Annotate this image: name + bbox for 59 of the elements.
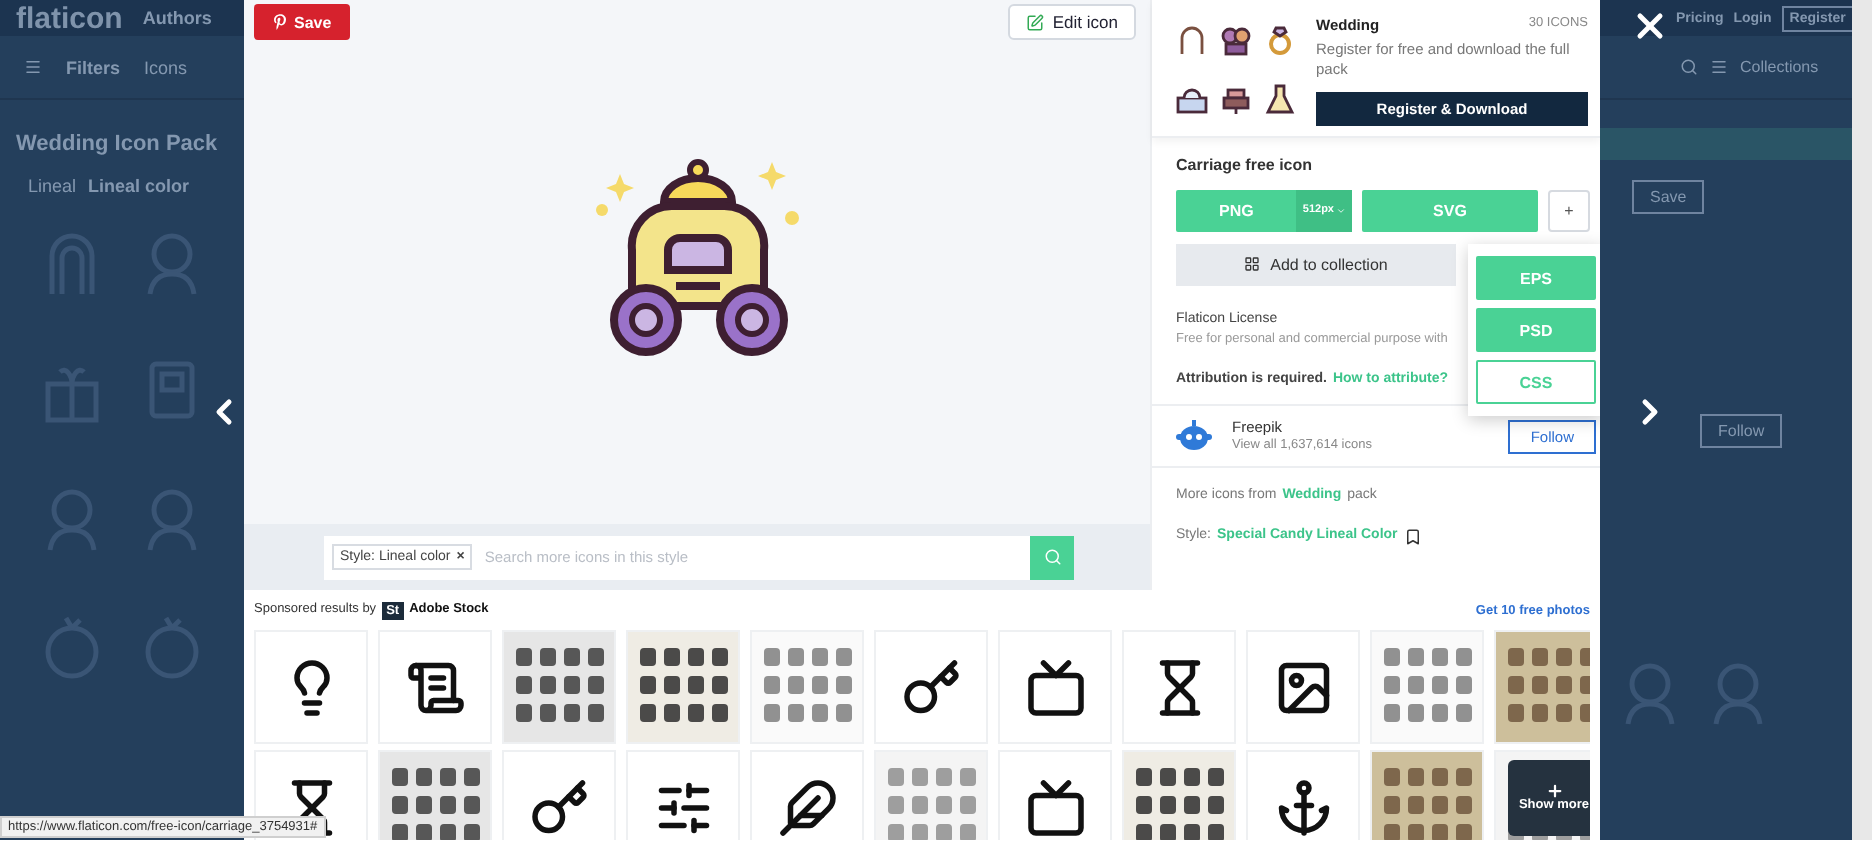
feather-icon [777, 777, 837, 837]
more-formats-button[interactable]: + [1548, 189, 1590, 232]
thumbnail[interactable] [750, 630, 864, 744]
icons-menu[interactable]: Icons [144, 57, 188, 77]
thumbnail[interactable] [874, 630, 988, 744]
search-icon [1680, 58, 1698, 76]
robot-avatar-icon [1176, 420, 1212, 453]
bookmark-icon[interactable] [1403, 527, 1422, 545]
icon-title: Carriage free icon [1176, 156, 1315, 178]
arch-icon [1176, 24, 1208, 56]
ring-icon [1264, 24, 1296, 56]
thumbnail[interactable] [1370, 630, 1484, 744]
framed-picture-icon [1273, 657, 1333, 717]
thumbnail[interactable] [1122, 630, 1236, 744]
filters-label[interactable]: Filters [66, 57, 121, 77]
scroll-icon [405, 657, 465, 717]
tv-icon [1025, 657, 1085, 717]
add-to-collection-button[interactable]: Add to collection [1176, 243, 1456, 286]
caret-icon [1336, 205, 1346, 216]
thumbnail[interactable] [1370, 750, 1484, 840]
sliders-icon [653, 777, 713, 837]
thumbnail[interactable] [874, 750, 988, 840]
key-icon [901, 657, 961, 717]
plus-icon [1545, 782, 1563, 801]
thumbnail[interactable] [378, 630, 492, 744]
scrollbar[interactable] [1852, 0, 1872, 840]
follow-button[interactable]: Follow [1700, 414, 1783, 448]
thumbnail[interactable] [998, 630, 1112, 744]
thumbnail[interactable] [998, 750, 1112, 840]
collections-link[interactable]: Collections [1740, 58, 1819, 76]
thumbnail[interactable] [254, 630, 368, 744]
couple-icon [1220, 24, 1252, 56]
anchor-icon [1273, 777, 1333, 837]
breadcrumb-link[interactable]: Lineal [28, 176, 77, 196]
menu-icon [1710, 58, 1728, 76]
pinterest-save-button[interactable]: Save [254, 4, 350, 40]
logo-text[interactable]: flaticon [16, 1, 123, 35]
breadcrumb-link[interactable]: Lineal color [88, 176, 190, 196]
thumbnail[interactable] [1246, 630, 1360, 744]
thumbnail[interactable] [378, 750, 492, 840]
search-icon [1043, 548, 1061, 566]
thumbnail[interactable] [1494, 630, 1590, 744]
menu-icon [24, 58, 42, 76]
key-icon [529, 777, 589, 837]
thumbnail[interactable] [502, 630, 616, 744]
thumbnail[interactable] [626, 750, 740, 840]
thumbnail[interactable] [502, 750, 616, 840]
nav-link[interactable]: Authors [142, 8, 212, 28]
thumbnail[interactable] [750, 750, 864, 840]
collection-icon [1244, 256, 1261, 273]
save-button[interactable]: Save [1632, 180, 1705, 214]
thumbnail[interactable] [1122, 750, 1236, 840]
tv-icon [1025, 777, 1085, 837]
pinterest-icon [272, 14, 288, 30]
pen-icon [1026, 13, 1045, 31]
thumbnail[interactable] [626, 630, 740, 744]
edit-icon-button[interactable]: Edit icon [1008, 4, 1136, 40]
thumbnail[interactable] [1246, 750, 1360, 840]
page-title: Wedding Icon Pack [16, 132, 218, 156]
